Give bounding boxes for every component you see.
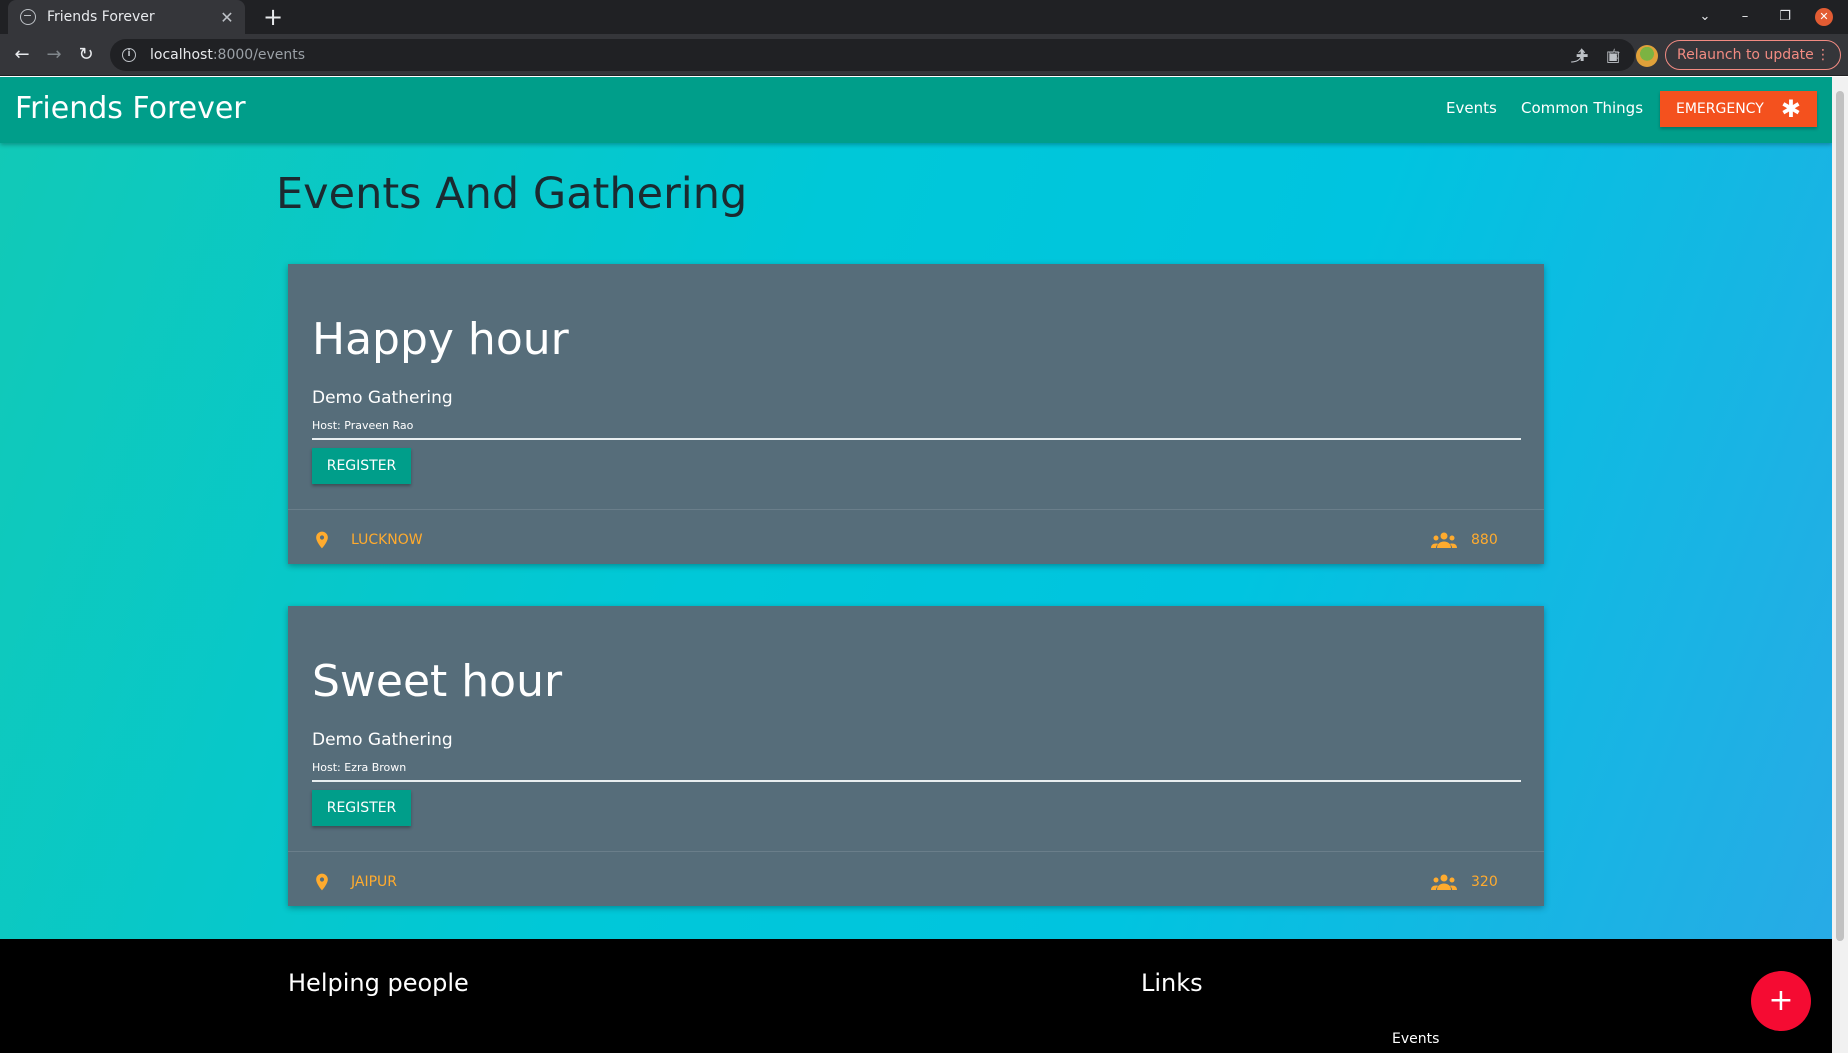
event-card: Sweet hour Demo Gathering Host: Ezra Bro… bbox=[288, 606, 1544, 906]
side-panel-icon[interactable]: ▣ bbox=[1603, 46, 1623, 66]
register-button[interactable]: REGISTER bbox=[312, 790, 411, 826]
scrollbar-thumb[interactable] bbox=[1836, 91, 1844, 941]
tab-search-icon[interactable]: ⌄ bbox=[1688, 0, 1722, 34]
page-background: Friends Forever Events Common Things EME… bbox=[0, 77, 1832, 1053]
browser-tab-strip: Friends Forever ✕ + ⌄ – ❐ ✕ bbox=[0, 0, 1848, 34]
add-event-fab[interactable]: + bbox=[1751, 971, 1811, 1031]
address-bar[interactable]: i localhost:8000/events ⤴ ☆ bbox=[110, 39, 1635, 71]
people-icon bbox=[1431, 532, 1457, 548]
emergency-button[interactable]: EMERGENCY ✱ bbox=[1660, 91, 1817, 127]
page-viewport: Friends Forever Events Common Things EME… bbox=[0, 77, 1848, 1053]
browser-toolbar: ← → ↻ i localhost:8000/events ⤴ ☆ ✚ ▣ Re… bbox=[0, 34, 1848, 76]
location-pin-icon bbox=[316, 531, 328, 549]
relaunch-button[interactable]: Relaunch to update ⋮ bbox=[1665, 40, 1841, 70]
profile-avatar[interactable] bbox=[1636, 45, 1658, 67]
menu-dots-icon[interactable]: ⋮ bbox=[1816, 41, 1830, 69]
new-tab-button[interactable]: + bbox=[259, 3, 287, 31]
card-divider bbox=[312, 780, 1521, 782]
window-close-icon[interactable]: ✕ bbox=[1815, 8, 1833, 26]
footer: Helping people Links Events bbox=[0, 939, 1832, 1053]
emergency-label: EMERGENCY bbox=[1676, 101, 1764, 117]
card-action-divider bbox=[288, 851, 1544, 852]
people-icon bbox=[1431, 874, 1457, 890]
url-text: localhost:8000/events bbox=[150, 47, 305, 63]
register-button[interactable]: REGISTER bbox=[312, 448, 411, 484]
tab-close-icon[interactable]: ✕ bbox=[219, 8, 235, 27]
event-title: Sweet hour bbox=[312, 656, 563, 707]
event-card: Happy hour Demo Gathering Host: Praveen … bbox=[288, 264, 1544, 564]
location-pin-icon bbox=[316, 873, 328, 891]
app-bar: Friends Forever Events Common Things EME… bbox=[0, 77, 1832, 143]
forward-icon[interactable]: → bbox=[40, 41, 68, 69]
event-subtitle: Demo Gathering bbox=[312, 730, 453, 750]
brand-title[interactable]: Friends Forever bbox=[15, 91, 246, 126]
footer-heading-helping: Helping people bbox=[288, 969, 469, 997]
reload-icon[interactable]: ↻ bbox=[72, 41, 100, 69]
event-host: Host: Ezra Brown bbox=[312, 761, 407, 774]
url-host: localhost bbox=[150, 47, 213, 63]
event-location[interactable]: JAIPUR bbox=[351, 874, 397, 890]
card-divider bbox=[312, 438, 1521, 440]
tab-title: Friends Forever bbox=[47, 9, 155, 25]
restore-icon[interactable]: ❐ bbox=[1768, 0, 1802, 34]
site-info-icon[interactable]: i bbox=[122, 48, 136, 62]
relaunch-label: Relaunch to update bbox=[1677, 47, 1814, 63]
nav-link-common-things[interactable]: Common Things bbox=[1521, 99, 1643, 117]
browser-tab[interactable]: Friends Forever ✕ bbox=[8, 0, 245, 34]
event-subtitle: Demo Gathering bbox=[312, 388, 453, 408]
back-icon[interactable]: ← bbox=[8, 41, 36, 69]
asterisk-icon: ✱ bbox=[1780, 95, 1801, 123]
card-action-divider bbox=[288, 509, 1544, 510]
footer-heading-links: Links bbox=[1141, 969, 1203, 997]
globe-icon bbox=[20, 9, 36, 25]
nav-link-events[interactable]: Events bbox=[1446, 99, 1497, 117]
page-scrollbar[interactable] bbox=[1832, 77, 1848, 1053]
url-path: :8000/events bbox=[212, 47, 306, 63]
footer-link-events[interactable]: Events bbox=[1392, 1031, 1439, 1047]
minimize-icon[interactable]: – bbox=[1728, 0, 1762, 34]
page-title: Events And Gathering bbox=[276, 169, 748, 219]
attendee-count[interactable]: 880 bbox=[1471, 532, 1498, 548]
event-location[interactable]: LUCKNOW bbox=[351, 532, 423, 548]
attendee-count[interactable]: 320 bbox=[1471, 874, 1498, 890]
event-host: Host: Praveen Rao bbox=[312, 419, 414, 432]
event-title: Happy hour bbox=[312, 314, 569, 365]
extensions-icon[interactable]: ✚ bbox=[1572, 46, 1592, 66]
